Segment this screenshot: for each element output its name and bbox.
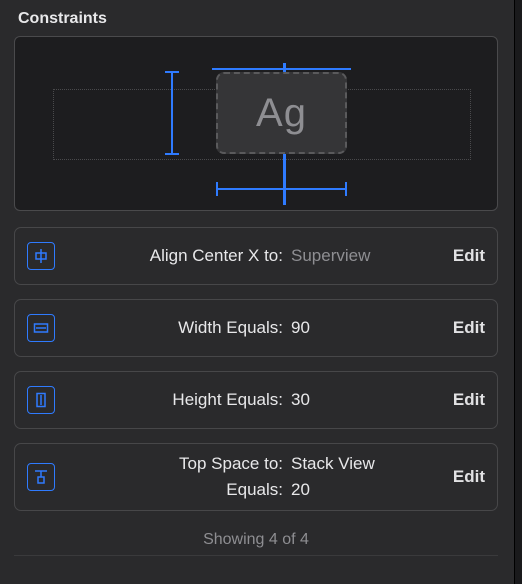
- constraint-row-top-space[interactable]: Top Space to: Stack View Equals: 20 Edit: [14, 443, 498, 511]
- constraints-diagram[interactable]: Ag: [14, 36, 498, 211]
- constraint-labels: Width Equals: 90: [71, 318, 443, 338]
- selected-element-box[interactable]: Ag: [216, 72, 347, 154]
- top-edge-guide: [212, 68, 351, 70]
- constraints-footer: Showing 4 of 4: [14, 525, 498, 551]
- edit-button[interactable]: Edit: [453, 467, 485, 487]
- constraint-line: Align Center X to: Superview: [71, 246, 443, 266]
- constraints-panel: Constraints Ag Align Center X to: Superv…: [0, 0, 512, 556]
- edit-button[interactable]: Edit: [453, 390, 485, 410]
- edit-button[interactable]: Edit: [453, 246, 485, 266]
- constraint-line: Height Equals: 30: [71, 390, 443, 410]
- height-measure-guide: [171, 71, 173, 155]
- constraint-value: Superview: [291, 246, 370, 266]
- constraint-row-center-x[interactable]: Align Center X to: Superview Edit: [14, 227, 498, 285]
- constraint-key: Top Space to:: [71, 454, 291, 474]
- constraint-key: Height Equals:: [71, 390, 291, 410]
- constraint-line: Width Equals: 90: [71, 318, 443, 338]
- constraint-line: Equals: 20: [71, 480, 443, 500]
- constraint-labels: Height Equals: 30: [71, 390, 443, 410]
- constraint-row-width[interactable]: Width Equals: 90 Edit: [14, 299, 498, 357]
- constraint-value: 20: [291, 480, 310, 500]
- constraint-labels: Align Center X to: Superview: [71, 246, 443, 266]
- divider: [14, 555, 498, 556]
- constraint-value: Stack View: [291, 454, 375, 474]
- constraint-key: Equals:: [71, 480, 291, 500]
- width-icon: [27, 314, 55, 342]
- element-glyph: Ag: [256, 91, 307, 136]
- section-title: Constraints: [14, 10, 498, 28]
- constraint-line: Top Space to: Stack View: [71, 454, 443, 474]
- constraint-labels: Top Space to: Stack View Equals: 20: [71, 454, 443, 500]
- constraint-row-height[interactable]: Height Equals: 30 Edit: [14, 371, 498, 429]
- constraint-key: Width Equals:: [71, 318, 291, 338]
- width-measure-guide: [216, 188, 347, 190]
- panel-right-edge: [514, 0, 522, 584]
- top-space-icon: [27, 463, 55, 491]
- diagram-canvas: Ag: [15, 37, 497, 210]
- constraint-value: 30: [291, 390, 310, 410]
- height-icon: [27, 386, 55, 414]
- align-center-x-icon: [27, 242, 55, 270]
- constraint-value: 90: [291, 318, 310, 338]
- constraint-key: Align Center X to:: [71, 246, 291, 266]
- edit-button[interactable]: Edit: [453, 318, 485, 338]
